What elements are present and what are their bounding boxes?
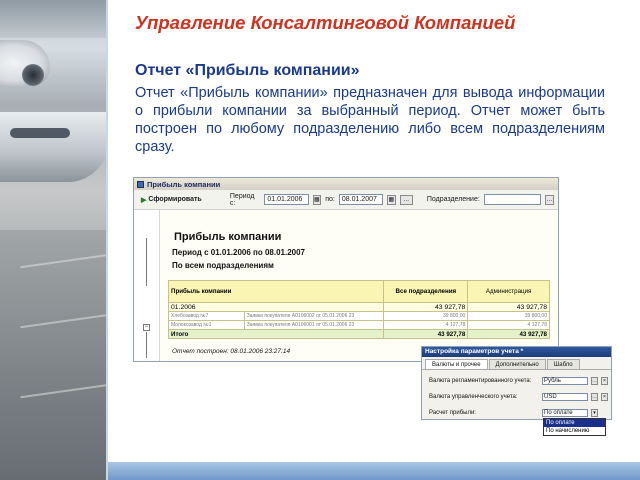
table-row: 01.2006 43 927,78 43 927,78	[167, 302, 550, 312]
dropdown-option-payment[interactable]: По оплате	[544, 419, 605, 427]
airport-photo	[0, 0, 108, 480]
detail-client: Молокозавод №1	[168, 320, 245, 330]
detail-all: 4 127,78	[383, 320, 469, 330]
department-select-button[interactable]: …	[545, 194, 554, 205]
header-administration: Администрация	[467, 280, 550, 303]
profit-calc-dropdown: По оплате По начислению	[543, 418, 606, 436]
period-from-label: Период с:	[229, 192, 255, 207]
calendar-icon[interactable]: ▦	[312, 194, 322, 205]
table-row: Молокозавод №1 Заявка покупателя А010600…	[168, 320, 550, 330]
header-all-departments: Все подразделения	[383, 280, 469, 303]
vertical-divider	[106, 0, 108, 480]
group-admin: 43 927,78	[467, 302, 550, 312]
period-to-label: по:	[325, 196, 335, 203]
group-all: 43 927,78	[383, 302, 469, 312]
detail-document: Заявка покупателя А0106001 от 05.01.2006…	[243, 320, 385, 330]
airplane-fuselage	[0, 112, 108, 182]
airplane-windows	[10, 128, 70, 138]
reg-currency-label: Валюта регламентированного учета:	[429, 378, 532, 384]
generate-button-label: Сформировать	[148, 196, 202, 203]
generate-button[interactable]: ▶ Сформировать	[138, 195, 205, 205]
table-row: Хлебозавод №7 Заявка покупателя А0106002…	[168, 311, 550, 321]
report-window-titlebar: Прибыль компании	[134, 178, 558, 190]
settings-tabs: Валюты и прочее Дополнительно Шабло	[422, 359, 611, 370]
detail-admin: 4 127,78	[467, 320, 550, 330]
detail-admin: 39 800,00	[467, 311, 550, 321]
bottom-band	[108, 462, 640, 480]
table-total-row: Итого 43 927,78 43 927,78	[167, 329, 550, 339]
profit-calc-label: Расчет прибыли:	[429, 410, 476, 416]
report-window-title: Прибыль компании	[147, 179, 221, 189]
reg-currency-input[interactable]: Рубль	[542, 377, 588, 385]
table-header-row: Прибыль компании Все подразделения Админ…	[167, 280, 550, 303]
total-admin: 43 927,78	[467, 329, 550, 339]
collapse-icon[interactable]: −	[143, 324, 150, 331]
mgmt-currency-input[interactable]: USD	[542, 393, 588, 401]
open-button[interactable]: ×	[601, 377, 608, 385]
report-scope: По всем подразделениям	[172, 261, 274, 270]
report-toolbar: ▶ Сформировать Период с: 01.01.2006 ▦ по…	[134, 190, 558, 210]
dropdown-option-accrual[interactable]: По начислению	[544, 427, 605, 435]
period-select-button[interactable]: ...	[399, 194, 414, 205]
airplane-engine	[22, 64, 44, 86]
slide-description: Отчет «Прибыль компании» предназначен дл…	[135, 85, 605, 155]
mgmt-currency-label: Валюта управленческого учета:	[429, 394, 518, 400]
group-label: 01.2006	[167, 302, 385, 312]
slide-subtitle: Отчет «Прибыль компании»	[135, 62, 360, 79]
detail-client: Хлебозавод №7	[168, 311, 245, 321]
total-all: 43 927,78	[383, 329, 469, 339]
chevron-down-icon[interactable]: ▾	[591, 409, 598, 417]
report-gutter: −	[134, 210, 160, 361]
select-button[interactable]: …	[591, 393, 598, 401]
settings-window-title: Настройка параметров учета *	[422, 347, 611, 357]
tab-additional[interactable]: Дополнительно	[488, 359, 546, 369]
terminal-building	[0, 0, 108, 38]
profit-calc-select[interactable]: По оплате	[542, 409, 588, 417]
report-icon	[137, 180, 144, 188]
detail-all: 39 800,00	[383, 311, 469, 321]
generate-icon: ▶	[141, 196, 147, 204]
settings-row-mgmt-currency: Валюта управленческого учета: USD … ×	[429, 393, 608, 401]
period-from-input[interactable]: 01.01.2006	[264, 194, 309, 205]
report-table: Прибыль компании Все подразделения Админ…	[167, 280, 550, 339]
report-period: Период с 01.01.2006 по 08.01.2007	[172, 248, 305, 257]
report-body: − Прибыль компании Период с 01.01.2006 п…	[134, 210, 558, 361]
report-heading: Прибыль компании	[174, 231, 282, 243]
settings-window: Настройка параметров учета * Валюты и пр…	[421, 346, 612, 420]
detail-document: Заявка покупателя А0106002 от 05.01.2006…	[243, 311, 385, 321]
period-to-input[interactable]: 08.01.2007	[338, 194, 383, 205]
department-label: Подразделение:	[426, 196, 480, 203]
select-button[interactable]: …	[591, 377, 598, 385]
total-label: Итого	[167, 329, 385, 339]
department-input[interactable]	[483, 194, 542, 205]
open-button[interactable]: ×	[601, 393, 608, 401]
report-footer: Отчет построен: 08.01.2006 23:27:14	[172, 348, 291, 355]
header-profit: Прибыль компании	[167, 280, 385, 303]
tarmac	[0, 230, 108, 480]
tab-currencies[interactable]: Валюты и прочее	[425, 359, 488, 369]
calendar-icon[interactable]: ▦	[387, 194, 396, 205]
settings-row-profit-calc: Расчет прибыли: По оплате ▾	[429, 409, 598, 417]
report-window: Прибыль компании ▶ Сформировать Период с…	[133, 177, 559, 362]
settings-row-reg-currency: Валюта регламентированного учета: Рубль …	[429, 377, 608, 385]
slide-title: Управление Консалтинговой Компанией	[135, 12, 516, 33]
tab-templates[interactable]: Шабло	[546, 359, 580, 369]
